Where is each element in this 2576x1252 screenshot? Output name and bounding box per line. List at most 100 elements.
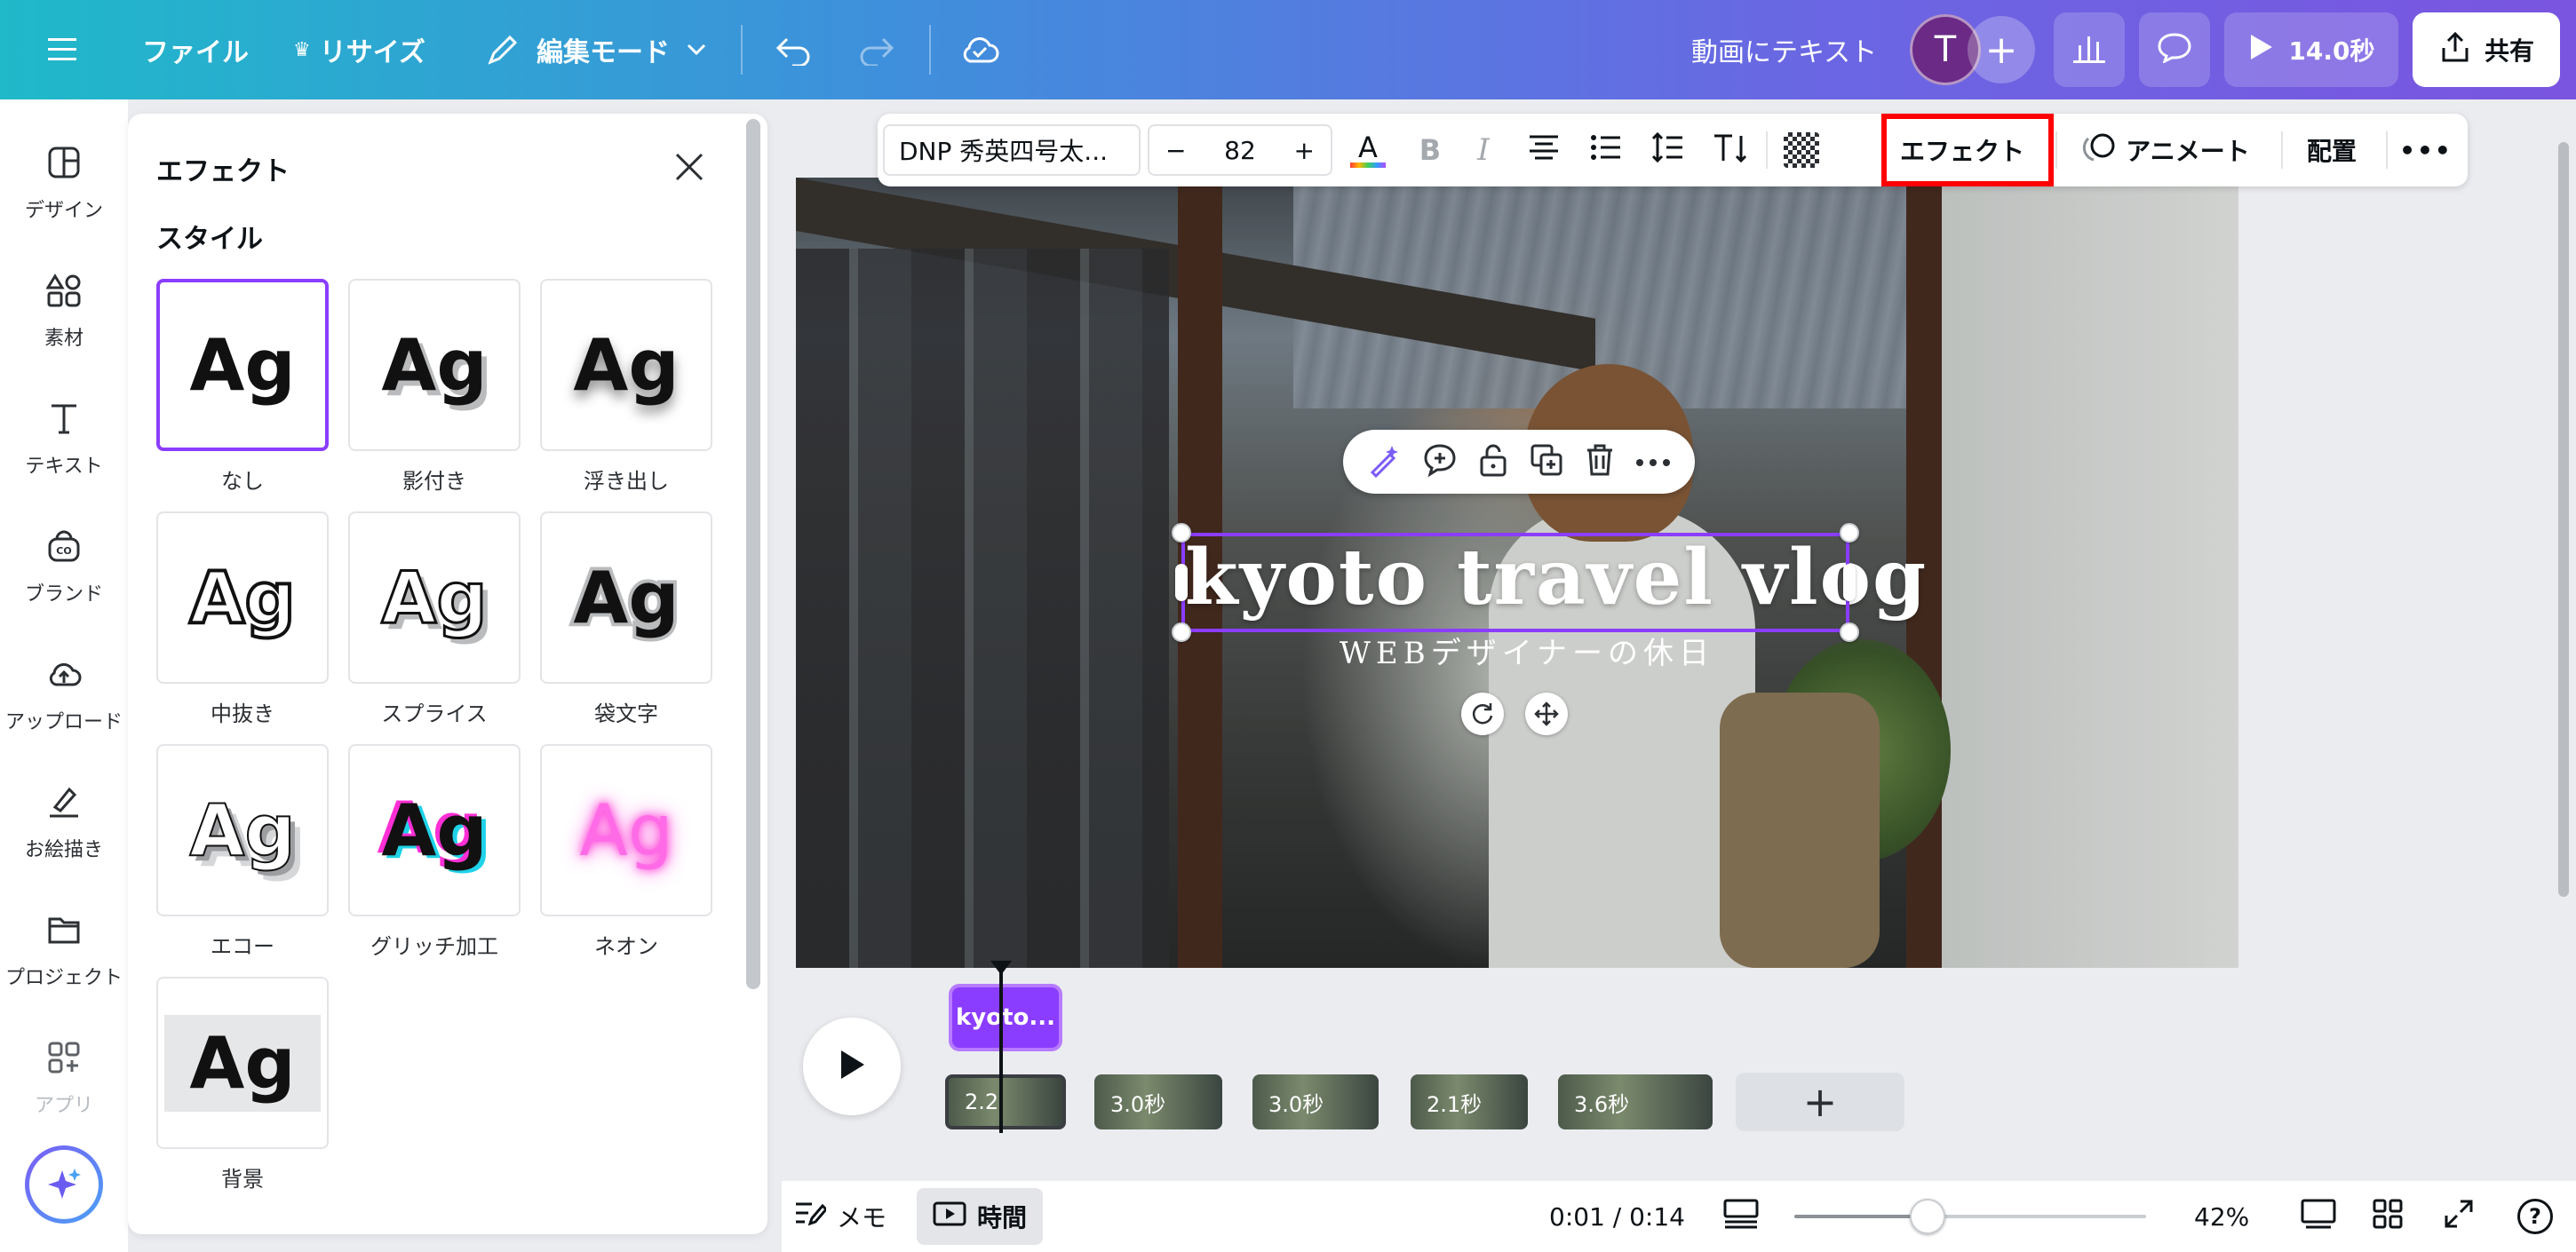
increase-size-button[interactable]: + [1294,136,1315,165]
align-center-icon [1528,134,1560,167]
text-color-button[interactable]: A [1343,114,1393,186]
resize-handle[interactable] [1840,622,1859,642]
cloud-saved-icon[interactable] [959,0,1000,99]
timeline-play-button[interactable] [803,1018,901,1115]
decrease-size-button[interactable]: − [1165,136,1186,165]
animate-button[interactable]: アニメート [2068,114,2263,186]
magic-assistant-button[interactable] [25,1145,103,1224]
canvas-scrollbar[interactable] [2558,142,2569,897]
font-family-select[interactable]: DNP 秀英四号太... [883,124,1141,176]
video-clip[interactable]: 3.0秒 [1252,1074,1379,1129]
style-neon-card[interactable]: Ag [540,744,712,916]
list-button[interactable] [1581,114,1631,186]
folder-icon [46,912,82,953]
timing-button[interactable]: 時間 [917,1188,1044,1245]
position-button[interactable]: 配置 [2292,114,2372,186]
document-title[interactable]: 動画にテキスト [1691,0,1877,99]
playhead[interactable] [999,970,1003,1133]
draw-pen-icon [46,784,82,825]
panel-scrollbar[interactable] [746,119,760,989]
zoom-level[interactable]: 42% [2194,1181,2249,1252]
resize-handle[interactable] [1172,523,1191,543]
style-sample: Ag [381,323,488,407]
rail-item-apps[interactable]: アプリ [0,1021,128,1137]
menu-icon[interactable] [48,0,80,99]
add-page-button[interactable]: + [1736,1073,1904,1131]
video-clip[interactable]: 3.0秒 [1094,1074,1222,1129]
play-icon [2247,33,2274,67]
side-handle[interactable] [1843,564,1856,601]
rail-item-draw[interactable]: お絵描き [0,765,128,881]
style-splice-card[interactable]: Ag [348,511,521,684]
style-glitch-card[interactable]: Ag [348,744,521,916]
close-icon[interactable] [670,147,709,186]
rail-item-uploads[interactable]: アップロード [0,638,128,753]
video-clip[interactable]: 2.1秒 [1411,1074,1528,1129]
move-icon[interactable] [1525,693,1568,735]
style-shadow-card[interactable]: Ag [348,279,521,451]
more-options-icon[interactable] [1635,454,1671,471]
style-outline-card[interactable]: Ag [540,511,712,684]
undo-icon[interactable] [775,0,814,99]
layout-toggle-button[interactable] [1723,1181,1759,1252]
file-label: ファイル [142,37,249,68]
present-button[interactable]: 14.0秒 [2224,12,2398,87]
style-sample: Ag [380,555,489,640]
insights-button[interactable] [2054,12,2125,87]
file-menu[interactable]: ファイル [142,0,249,99]
rotate-icon[interactable] [1461,693,1504,735]
italic-button[interactable]: I [1459,114,1508,186]
rail-item-brand[interactable]: CO ブランド [0,510,128,625]
bold-button[interactable]: B [1405,114,1455,186]
zoom-slider-knob[interactable] [1910,1199,1945,1234]
divider [2386,131,2388,169]
clip-duration: 3.0秒 [1110,1091,1166,1117]
vertical-text-button[interactable] [1705,114,1755,186]
style-hollow-card[interactable]: Ag [156,511,329,684]
more-toolbar-button[interactable]: ••• [2395,114,2457,186]
magic-edit-icon[interactable] [1367,442,1403,481]
share-button[interactable]: 共有 [2413,12,2560,87]
rail-item-projects[interactable]: プロジェクト [0,893,128,1009]
style-none-card[interactable]: Ag [156,279,329,451]
rail-item-elements[interactable]: 素材 [0,254,128,369]
side-handle[interactable] [1175,564,1188,601]
style-echo-card[interactable]: Ag [156,744,329,916]
color-bar-icon [1350,162,1386,168]
notes-button[interactable]: メモ [794,1181,886,1252]
duplicate-icon[interactable] [1529,442,1564,481]
canvas-subtitle-text[interactable]: WEBデザイナーの休日 [1185,629,1869,672]
clip-duration: 2.2 [965,1090,999,1114]
add-comment-icon[interactable] [1422,442,1458,481]
style-lift-card[interactable]: Ag [540,279,712,451]
comments-button[interactable] [2139,12,2210,87]
style-background-card[interactable]: Ag [156,977,329,1149]
grid-view-button[interactable] [2372,1181,2404,1252]
fullscreen-button[interactable] [2443,1181,2475,1252]
video-clip[interactable]: 3.6秒 [1558,1074,1713,1129]
selection-box [1181,533,1849,632]
text-track-clip[interactable]: kyoto... [949,984,1062,1051]
resize-menu[interactable]: ♛ リサイズ [293,0,425,99]
transparency-button[interactable] [1777,114,1826,186]
timecode: 0:01 / 0:14 [1549,1181,1685,1252]
invite-button[interactable]: + [1968,16,2035,83]
resize-handle[interactable] [1840,523,1859,543]
lock-icon[interactable] [1477,442,1509,481]
rail-item-design[interactable]: デザイン [0,126,128,242]
resize-handle[interactable] [1172,622,1191,642]
page-view-button[interactable] [2301,1181,2336,1252]
rail-item-text[interactable]: テキスト [0,382,128,497]
redo-icon[interactable] [856,0,895,99]
spacing-button[interactable] [1643,114,1693,186]
bottom-bar: メモ 時間 0:01 / 0:14 42% ? [782,1181,2576,1252]
align-button[interactable] [1519,114,1569,186]
help-button[interactable]: ? [2517,1181,2553,1252]
font-size-input[interactable]: 82 [1224,136,1256,165]
edit-mode-menu[interactable]: 編集モード [485,0,707,99]
trash-icon[interactable] [1584,442,1616,481]
apps-icon [46,1040,82,1081]
design-canvas[interactable]: kyoto travel vlog WEBデザイナーの休日 [796,178,2238,968]
resize-label: リサイズ [319,37,425,68]
video-clip[interactable]: 2.2 [945,1074,1066,1129]
